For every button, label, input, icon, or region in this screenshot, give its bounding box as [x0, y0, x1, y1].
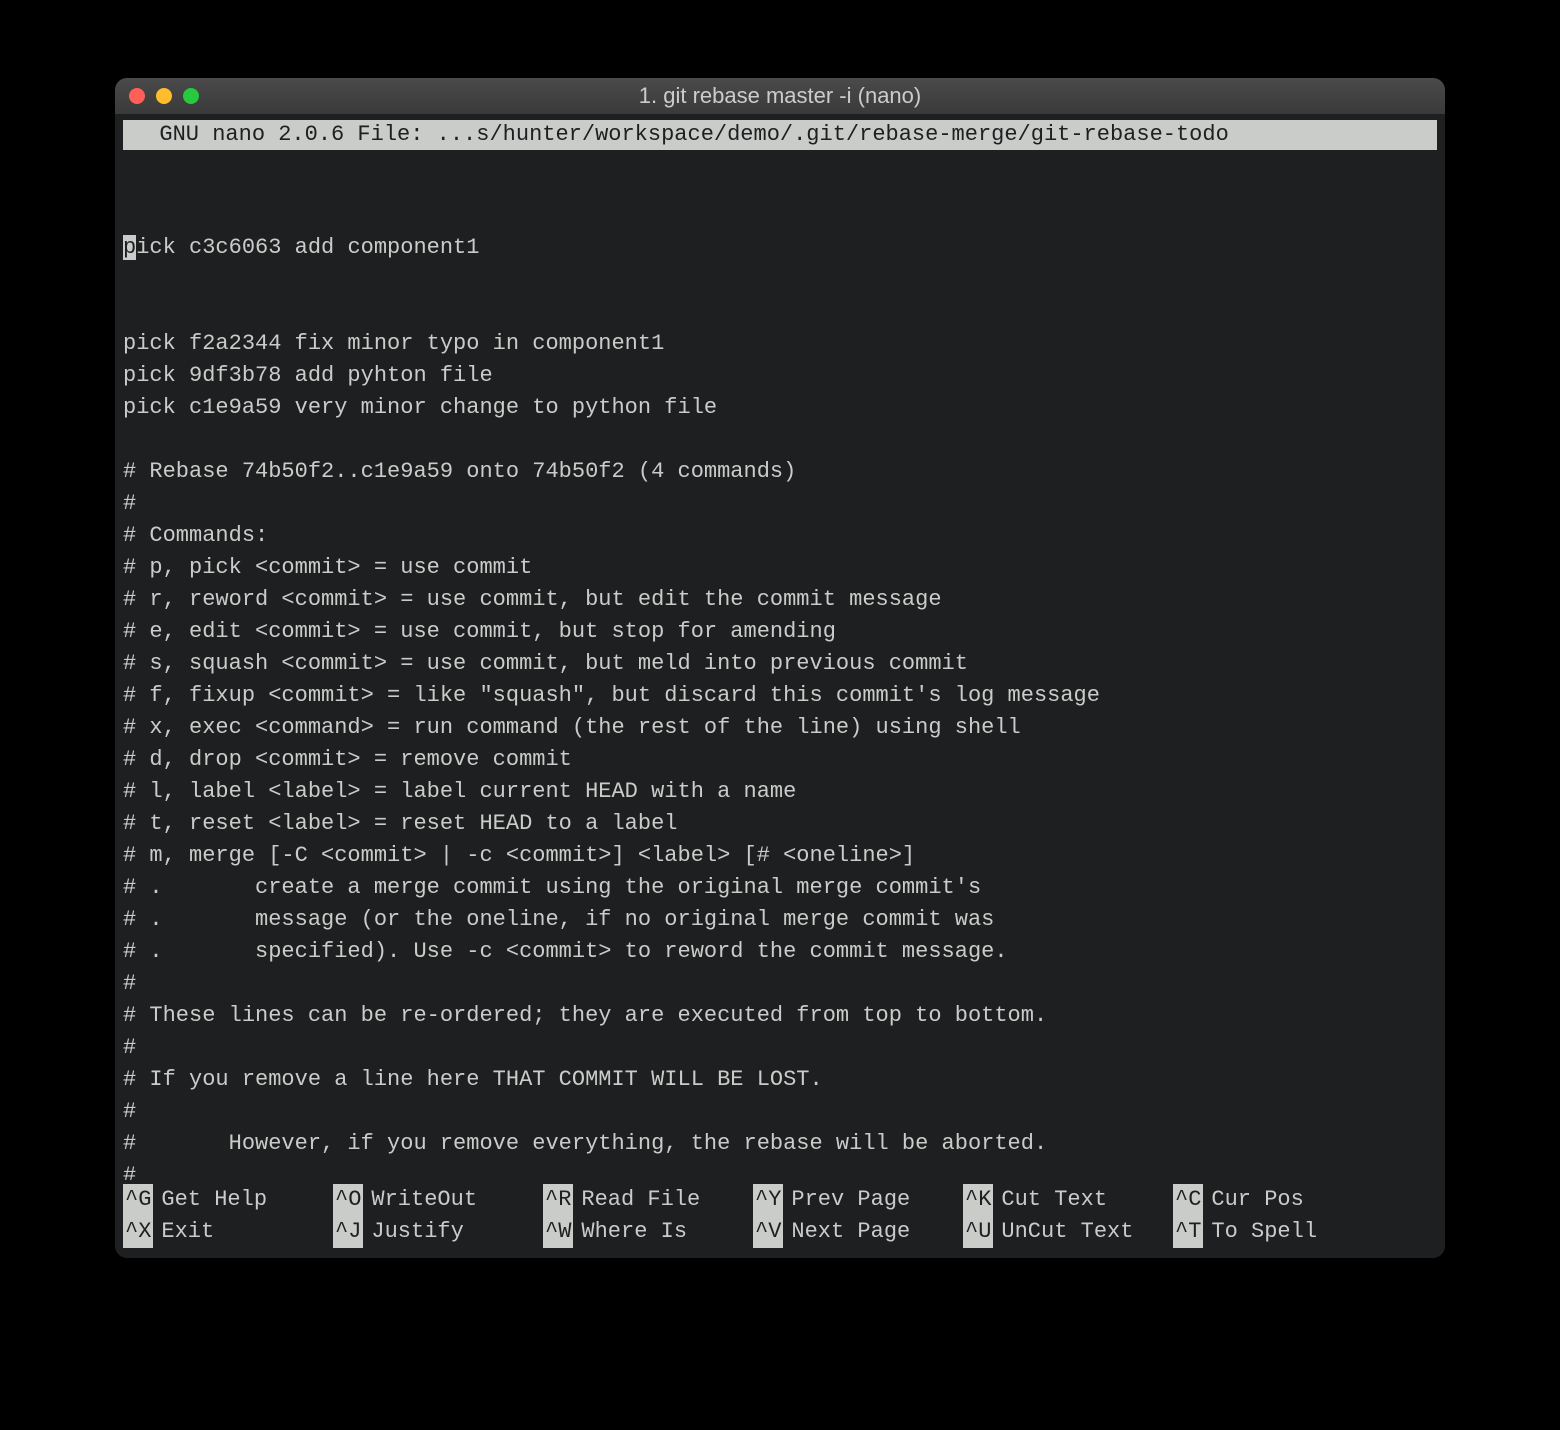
editor-line: pick f2a2344 fix minor typo in component… [123, 328, 1437, 360]
help-item[interactable]: ^CCur Pos [1173, 1184, 1383, 1216]
editor-line: # . message (or the oneline, if no origi… [123, 904, 1437, 936]
help-row: ^XExit^JJustify^WWhere Is^VNext Page^UUn… [123, 1216, 1437, 1248]
help-item[interactable]: ^GGet Help [123, 1184, 333, 1216]
editor-line: # . create a merge commit using the orig… [123, 872, 1437, 904]
help-label: Read File [581, 1184, 700, 1216]
help-item[interactable]: ^TTo Spell [1173, 1216, 1383, 1248]
editor-line: # If you remove a line here THAT COMMIT … [123, 1064, 1437, 1096]
traffic-lights [129, 88, 199, 104]
help-key: ^T [1173, 1216, 1203, 1248]
help-item[interactable]: ^UUnCut Text [963, 1216, 1173, 1248]
help-item[interactable]: ^RRead File [543, 1184, 753, 1216]
help-label: To Spell [1211, 1216, 1317, 1248]
editor-line: # t, reset <label> = reset HEAD to a lab… [123, 808, 1437, 840]
window-titlebar: 1. git rebase master -i (nano) [115, 78, 1445, 114]
help-key: ^Y [753, 1184, 783, 1216]
editor-line: # r, reword <commit> = use commit, but e… [123, 584, 1437, 616]
help-key: ^G [123, 1184, 153, 1216]
terminal-window: 1. git rebase master -i (nano) GNU nano … [115, 78, 1445, 1258]
help-item[interactable]: ^WWhere Is [543, 1216, 753, 1248]
help-key: ^W [543, 1216, 573, 1248]
editor-line: # [123, 1032, 1437, 1064]
help-label: Where Is [581, 1216, 687, 1248]
zoom-icon[interactable] [183, 88, 199, 104]
help-key: ^X [123, 1216, 153, 1248]
window-title: 1. git rebase master -i (nano) [115, 83, 1445, 109]
help-label: Cur Pos [1211, 1184, 1303, 1216]
help-bar: ^GGet Help^OWriteOut^RRead File^YPrev Pa… [115, 1180, 1445, 1258]
help-label: Justify [371, 1216, 463, 1248]
editor-text: ick c3c6063 add component1 [136, 235, 479, 260]
help-key: ^K [963, 1184, 993, 1216]
editor-line: # [123, 1160, 1437, 1180]
editor-line: # p, pick <commit> = use commit [123, 552, 1437, 584]
editor-line: # However, if you remove everything, the… [123, 1128, 1437, 1160]
help-key: ^J [333, 1216, 363, 1248]
editor-line: # These lines can be re-ordered; they ar… [123, 1000, 1437, 1032]
minimize-icon[interactable] [156, 88, 172, 104]
help-key: ^O [333, 1184, 363, 1216]
editor-line: pick c3c6063 add component1 [123, 232, 1437, 264]
editor-line: # l, label <label> = label current HEAD … [123, 776, 1437, 808]
help-item[interactable]: ^JJustify [333, 1216, 543, 1248]
help-label: Exit [161, 1216, 214, 1248]
help-label: UnCut Text [1001, 1216, 1133, 1248]
help-label: Prev Page [791, 1184, 910, 1216]
editor-line: # Commands: [123, 520, 1437, 552]
help-label: Next Page [791, 1216, 910, 1248]
help-key: ^V [753, 1216, 783, 1248]
editor-line [123, 424, 1437, 456]
editor-line: # e, edit <commit> = use commit, but sto… [123, 616, 1437, 648]
editor-line: # f, fixup <commit> = like "squash", but… [123, 680, 1437, 712]
help-item[interactable]: ^VNext Page [753, 1216, 963, 1248]
editor-area[interactable]: pick c3c6063 add component1 pick f2a2344… [115, 150, 1445, 1180]
editor-line: pick 9df3b78 add pyhton file [123, 360, 1437, 392]
help-item[interactable]: ^KCut Text [963, 1184, 1173, 1216]
editor-line: # . specified). Use -c <commit> to rewor… [123, 936, 1437, 968]
editor-line: # Rebase 74b50f2..c1e9a59 onto 74b50f2 (… [123, 456, 1437, 488]
text-cursor: p [123, 235, 136, 260]
editor-line: # d, drop <commit> = remove commit [123, 744, 1437, 776]
help-key: ^U [963, 1216, 993, 1248]
editor-line: # m, merge [-C <commit> | -c <commit>] <… [123, 840, 1437, 872]
editor-line: # [123, 1096, 1437, 1128]
help-key: ^C [1173, 1184, 1203, 1216]
editor-line: # [123, 488, 1437, 520]
editor-line: # x, exec <command> = run command (the r… [123, 712, 1437, 744]
help-label: WriteOut [371, 1184, 477, 1216]
help-label: Get Help [161, 1184, 267, 1216]
editor-line: # s, squash <commit> = use commit, but m… [123, 648, 1437, 680]
help-key: ^R [543, 1184, 573, 1216]
nano-header: GNU nano 2.0.6 File: ...s/hunter/workspa… [123, 120, 1437, 150]
editor-line: pick c1e9a59 very minor change to python… [123, 392, 1437, 424]
close-icon[interactable] [129, 88, 145, 104]
help-item[interactable]: ^YPrev Page [753, 1184, 963, 1216]
help-label: Cut Text [1001, 1184, 1107, 1216]
editor-line: # [123, 968, 1437, 1000]
help-item[interactable]: ^XExit [123, 1216, 333, 1248]
help-row: ^GGet Help^OWriteOut^RRead File^YPrev Pa… [123, 1184, 1437, 1216]
help-item[interactable]: ^OWriteOut [333, 1184, 543, 1216]
